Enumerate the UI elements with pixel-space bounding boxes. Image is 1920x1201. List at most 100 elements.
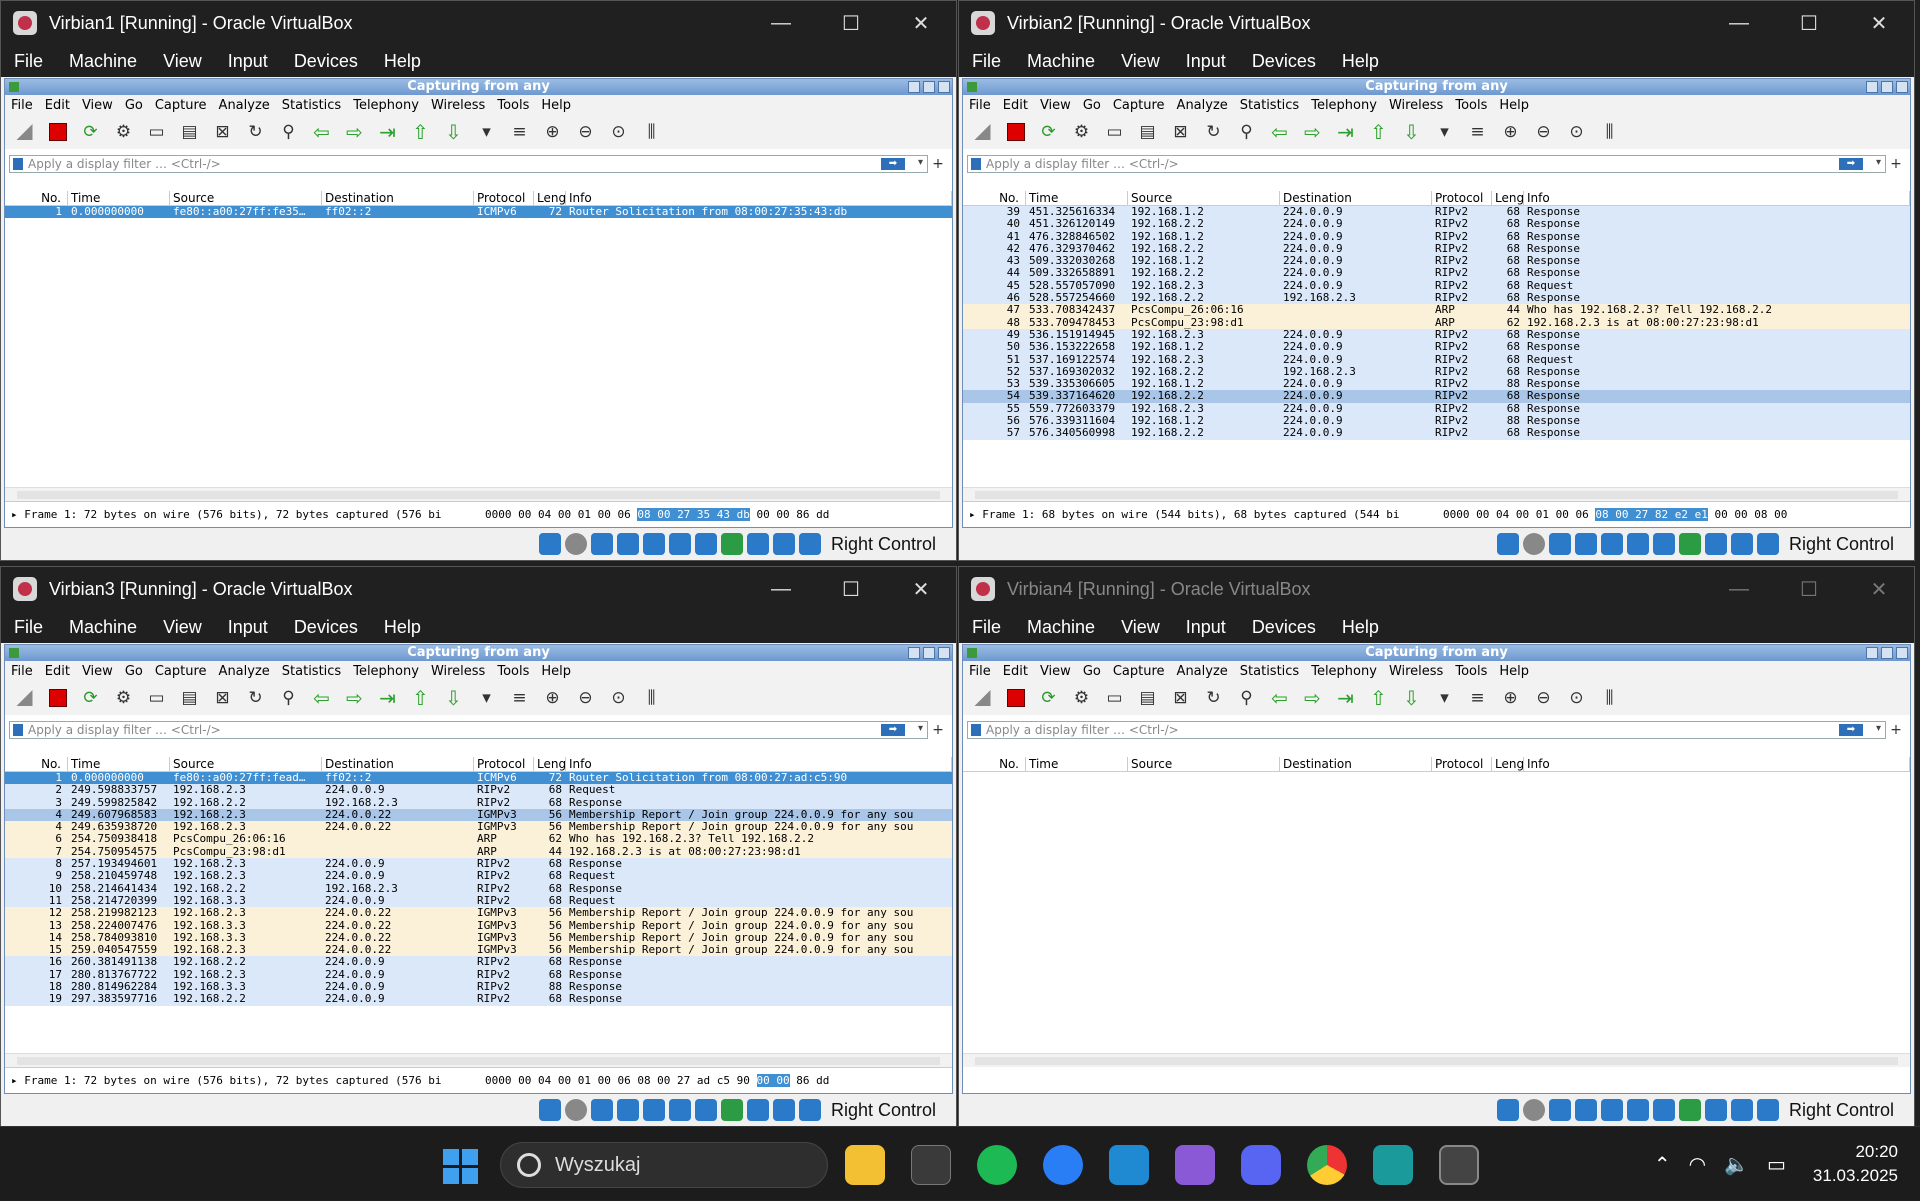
col-destination-header[interactable]: Destination <box>1280 191 1432 205</box>
shared-folder-icon[interactable] <box>1626 1099 1649 1121</box>
capture-options-icon[interactable]: ⚙ <box>1066 684 1097 712</box>
packet-row[interactable]: 53 539.335306605 192.168.1.2 224.0.0.9 RIPv2… <box>963 378 1910 391</box>
packet-row[interactable]: 17 280.813767722 192.168.2.3 224.0.0.9 RIPv2… <box>5 968 952 982</box>
ws-menu-file[interactable]: File <box>5 664 39 679</box>
ws-menu-statistics[interactable]: Statistics <box>276 664 347 679</box>
go-forward-icon[interactable]: ⇨ <box>1297 118 1328 146</box>
ws-minimize-button[interactable] <box>1866 81 1878 93</box>
battery-icon[interactable]: ▭ <box>1767 1152 1786 1176</box>
vb-menu-view[interactable]: View <box>1108 617 1173 638</box>
ws-menu-telephony[interactable]: Telephony <box>1305 664 1383 679</box>
restart-capture-icon[interactable]: ⟳ <box>75 118 106 146</box>
vb-menu-machine[interactable]: Machine <box>1014 51 1108 72</box>
apply-filter-arrow-icon[interactable]: ➡ <box>881 158 905 170</box>
ws-menu-file[interactable]: File <box>963 664 997 679</box>
stop-capture-icon[interactable] <box>42 684 73 712</box>
ws-minimize-button[interactable] <box>908 81 920 93</box>
ws-menu-tools[interactable]: Tools <box>1449 98 1493 113</box>
filter-dropdown-icon[interactable]: ▾ <box>918 723 923 734</box>
col-source-header[interactable]: Source <box>1128 757 1280 771</box>
display-filter-input[interactable]: Apply a display filter … <Ctrl-/> ➡ ▾ <box>967 155 1886 173</box>
start-button-windows-icon[interactable] <box>443 1149 479 1185</box>
ws-menu-view[interactable]: View <box>76 664 119 679</box>
cpu-icon[interactable] <box>746 1099 769 1121</box>
ws-maximize-button[interactable] <box>1881 81 1893 93</box>
bookmark-icon[interactable] <box>13 724 23 736</box>
autoscroll-icon[interactable]: ▾ <box>1429 684 1460 712</box>
col-destination-header[interactable]: Destination <box>322 191 474 205</box>
ws-maximize-button[interactable] <box>923 81 935 93</box>
packet-row[interactable]: 48 533.709478453 PcsCompu_23:98:d1 ARP 62 192… <box>963 316 1910 329</box>
packet-row[interactable]: 51 537.169122574 192.168.2.3 224.0.0.9 RIPv2… <box>963 353 1910 366</box>
usb-icon[interactable] <box>1600 533 1623 555</box>
col-no-header[interactable]: No. <box>963 191 1026 205</box>
filter-dropdown-icon[interactable]: ▾ <box>918 157 923 168</box>
open-file-icon[interactable]: ▭ <box>141 684 172 712</box>
packet-row[interactable]: 55 559.772603379 192.168.2.3 224.0.0.9 RIPv2… <box>963 402 1910 416</box>
restart-capture-icon[interactable]: ⟳ <box>1033 118 1064 146</box>
maximize-button[interactable]: ☐ <box>1774 11 1844 36</box>
packet-row[interactable]: 41 476.328846502 192.168.1.2 224.0.0.9 RIPv2… <box>963 230 1910 243</box>
vb-menu-view[interactable]: View <box>1108 51 1173 72</box>
vb-menu-machine[interactable]: Machine <box>56 51 150 72</box>
shared-folder-icon[interactable] <box>1626 533 1649 555</box>
packet-row[interactable]: 12 258.219982123 192.168.2.3 224.0.0.22 IGMP… <box>5 907 952 920</box>
optical-drive-icon[interactable] <box>564 1099 587 1121</box>
keyboard-icon[interactable] <box>1756 1099 1779 1121</box>
hard-disk-icon[interactable] <box>1496 533 1519 555</box>
ws-menu-edit[interactable]: Edit <box>997 98 1034 113</box>
ws-menu-capture[interactable]: Capture <box>149 664 213 679</box>
ws-close-button[interactable] <box>938 647 950 659</box>
close-file-icon[interactable]: ⊠ <box>207 684 238 712</box>
ws-menu-tools[interactable]: Tools <box>491 664 535 679</box>
ws-menu-help[interactable]: Help <box>535 664 577 679</box>
first-packet-icon[interactable]: ⇧ <box>1363 684 1394 712</box>
optical-drive-icon[interactable] <box>564 533 587 555</box>
display-filter-input[interactable]: Apply a display filter … <Ctrl-/> ➡ ▾ <box>9 721 928 739</box>
vb-menu-help[interactable]: Help <box>371 617 434 638</box>
save-file-icon[interactable]: ▤ <box>1132 684 1163 712</box>
ws-menu-statistics[interactable]: Statistics <box>276 98 347 113</box>
packet-row[interactable]: 52 537.169302032 192.168.2.2 192.168.2.3 RIP… <box>963 365 1910 379</box>
zoom-out-icon[interactable]: ⊖ <box>570 118 601 146</box>
col-source-header[interactable]: Source <box>170 191 322 205</box>
packet-row[interactable]: 9 258.210459748 192.168.2.3 224.0.0.9 RIPv2 6… <box>5 870 952 883</box>
close-button[interactable]: ✕ <box>886 11 956 36</box>
maximize-button[interactable]: ☐ <box>816 11 886 36</box>
packet-row[interactable]: 1 0.000000000 fe80::a00:27ff:fead… ff02::2 I… <box>5 772 952 785</box>
col-info-header[interactable]: Info <box>566 757 952 771</box>
display-filter-input[interactable]: Apply a display filter … <Ctrl-/> ➡ ▾ <box>967 721 1886 739</box>
stop-capture-icon[interactable] <box>1000 118 1031 146</box>
audio-icon[interactable] <box>1548 533 1571 555</box>
ws-menu-go[interactable]: Go <box>1077 98 1107 113</box>
ws-close-button[interactable] <box>1896 647 1908 659</box>
packet-row[interactable]: 49 536.151914945 192.168.2.3 224.0.0.9 RIPv2… <box>963 328 1910 342</box>
packet-row[interactable]: 8 257.193494601 192.168.2.3 224.0.0.9 RIPv2 6… <box>5 858 952 871</box>
vb-menu-help[interactable]: Help <box>1329 51 1392 72</box>
close-file-icon[interactable]: ⊠ <box>207 118 238 146</box>
vb-menu-machine[interactable]: Machine <box>56 617 150 638</box>
display-icon[interactable] <box>1652 533 1675 555</box>
ws-menu-help[interactable]: Help <box>1493 98 1535 113</box>
vb-menu-file[interactable]: File <box>1 51 56 72</box>
volume-muted-icon[interactable]: 🔈 <box>1724 1152 1749 1176</box>
last-packet-icon[interactable]: ⇩ <box>1396 684 1427 712</box>
vscode-icon[interactable] <box>1109 1145 1149 1185</box>
vb-menu-input[interactable]: Input <box>215 617 281 638</box>
usb-icon[interactable] <box>642 1099 665 1121</box>
ws-menu-capture[interactable]: Capture <box>149 98 213 113</box>
last-packet-icon[interactable]: ⇩ <box>438 118 469 146</box>
colorize-icon[interactable]: ≡ <box>1462 684 1493 712</box>
reload-file-icon[interactable]: ↻ <box>240 684 271 712</box>
display-filter-input[interactable]: Apply a display filter … <Ctrl-/> ➡ ▾ <box>9 155 928 173</box>
find-packet-icon[interactable]: ⚲ <box>273 118 304 146</box>
colorize-icon[interactable]: ≡ <box>1462 118 1493 146</box>
save-file-icon[interactable]: ▤ <box>174 118 205 146</box>
ws-menu-wireless[interactable]: Wireless <box>1383 98 1449 113</box>
ws-minimize-button[interactable] <box>1866 647 1878 659</box>
ws-menu-analyze[interactable]: Analyze <box>213 664 276 679</box>
stop-capture-icon[interactable] <box>1000 684 1031 712</box>
shared-folder-icon[interactable] <box>668 533 691 555</box>
close-file-icon[interactable]: ⊠ <box>1165 118 1196 146</box>
reload-file-icon[interactable]: ↻ <box>240 118 271 146</box>
